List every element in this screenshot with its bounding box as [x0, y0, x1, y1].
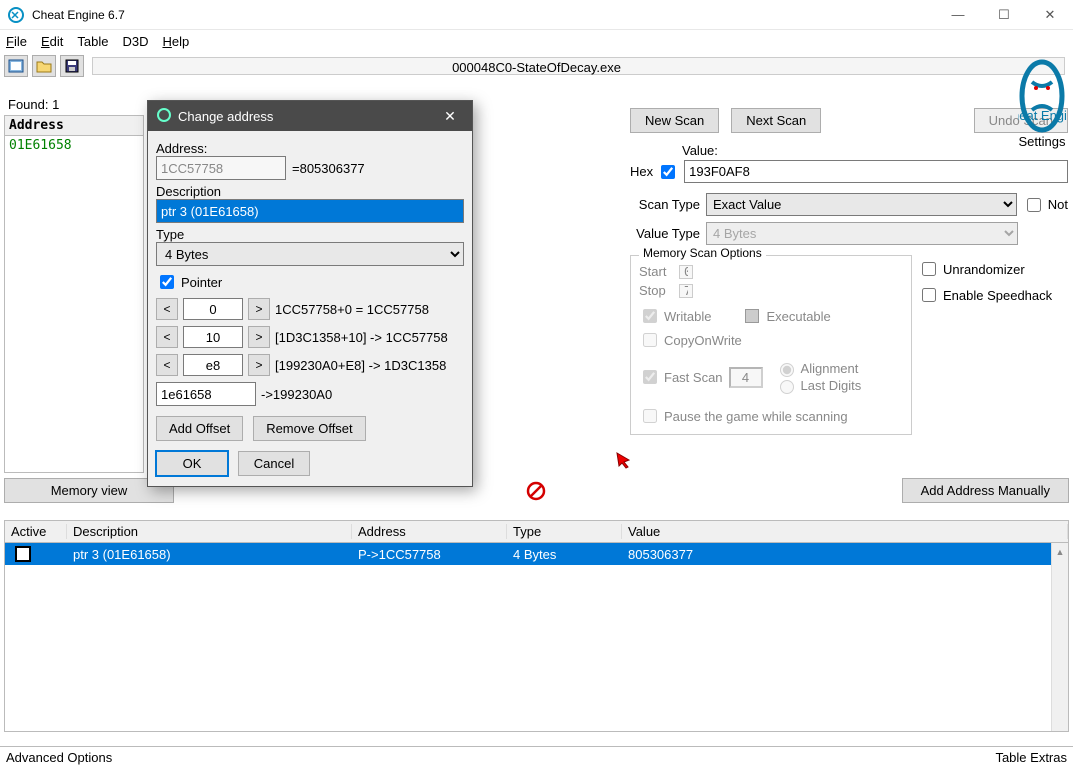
- fastscan-value[interactable]: [729, 367, 763, 388]
- address-decoded: =805306377: [292, 161, 365, 176]
- next-scan-button[interactable]: Next Scan: [731, 108, 821, 133]
- scroll-up-icon[interactable]: ▲: [1052, 543, 1068, 560]
- memopts-legend: Memory Scan Options: [639, 246, 766, 260]
- change-address-dialog: Change address ✕ Address: =805306377 Des…: [147, 100, 473, 487]
- statusbar: Advanced Options Table Extras: [0, 746, 1073, 768]
- not-checkbox[interactable]: Not: [1023, 195, 1068, 215]
- menu-help[interactable]: Help: [162, 34, 189, 49]
- menubar: File Edit Table D3D Help: [0, 30, 1073, 52]
- offset-inc-button-0[interactable]: >: [248, 298, 270, 320]
- description-input[interactable]: [156, 199, 464, 223]
- dialog-close-button[interactable]: ✕: [436, 108, 464, 125]
- value-type-select[interactable]: 4 Bytes: [706, 222, 1018, 245]
- offset-result-0: 1CC57758+0 = 1CC57758: [275, 302, 429, 317]
- maximize-button[interactable]: ☐: [981, 0, 1027, 30]
- results-row[interactable]: 01E61658: [5, 136, 143, 155]
- menu-table[interactable]: Table: [77, 34, 108, 49]
- offset-inc-button-2[interactable]: >: [248, 354, 270, 376]
- results-header-address[interactable]: Address: [5, 116, 143, 136]
- speedhack-checkbox[interactable]: Enable Speedhack: [918, 285, 1068, 305]
- settings-link[interactable]: Settings: [1011, 134, 1073, 149]
- scan-panel: New Scan Next Scan Undo Scan Value: Hex …: [630, 108, 1068, 435]
- remove-offset-button[interactable]: Remove Offset: [253, 416, 365, 441]
- value-type-label: Value Type: [630, 226, 700, 241]
- scan-type-label: Scan Type: [630, 197, 700, 212]
- add-offset-button[interactable]: Add Offset: [156, 416, 243, 441]
- unrandomizer-checkbox[interactable]: Unrandomizer: [918, 259, 1068, 279]
- th-type[interactable]: Type: [507, 524, 622, 539]
- close-button[interactable]: ✕: [1027, 0, 1073, 30]
- base-result: ->199230A0: [261, 387, 332, 402]
- minimize-button[interactable]: —: [935, 0, 981, 30]
- offset-input-0[interactable]: [183, 298, 243, 320]
- start-label: Start: [639, 264, 673, 279]
- writable-checkbox[interactable]: Writable: [639, 306, 711, 326]
- table-row[interactable]: ptr 3 (01E61658) P->1CC57758 4 Bytes 805…: [5, 543, 1068, 565]
- address-label: Address:: [156, 141, 464, 156]
- menu-edit[interactable]: Edit: [41, 34, 63, 49]
- stop-input[interactable]: [679, 284, 693, 298]
- offset-dec-button-2[interactable]: <: [156, 354, 178, 376]
- cell-address[interactable]: P->1CC57758: [352, 547, 507, 562]
- address-table: Active Description Address Type Value pt…: [4, 520, 1069, 732]
- type-select[interactable]: 4 Bytes: [156, 242, 464, 266]
- logo-column: Cheat Engine Settings: [1011, 58, 1073, 149]
- value-input[interactable]: [684, 160, 1068, 183]
- hex-checkbox[interactable]: Hex: [630, 162, 678, 182]
- cell-description[interactable]: ptr 3 (01E61658): [67, 547, 352, 562]
- copyonwrite-checkbox[interactable]: CopyOnWrite: [639, 330, 903, 350]
- dialog-app-icon: [156, 107, 172, 126]
- app-icon: [6, 5, 26, 25]
- memory-scan-options: Memory Scan Options Start Stop Writable …: [630, 255, 912, 435]
- address-input[interactable]: [156, 156, 286, 180]
- active-checkbox[interactable]: [15, 546, 31, 562]
- th-address[interactable]: Address: [352, 524, 507, 539]
- advanced-options-link[interactable]: Advanced Options: [6, 750, 112, 765]
- offset-input-2[interactable]: [183, 354, 243, 376]
- scan-type-select[interactable]: Exact Value: [706, 193, 1017, 216]
- ok-button[interactable]: OK: [156, 451, 228, 476]
- process-label: 000048C0-StateOfDecay.exe: [0, 60, 1073, 75]
- offset-input-1[interactable]: [183, 326, 243, 348]
- cheat-engine-logo-icon[interactable]: Cheat Engine: [1011, 58, 1073, 134]
- cell-value[interactable]: 805306377: [622, 547, 1068, 562]
- cell-type[interactable]: 4 Bytes: [507, 547, 622, 562]
- type-label: Type: [156, 227, 464, 242]
- alignment-radio[interactable]: Alignment: [775, 360, 862, 377]
- table-extras-link[interactable]: Table Extras: [995, 750, 1067, 765]
- th-value[interactable]: Value: [622, 524, 1068, 539]
- offset-dec-button-1[interactable]: <: [156, 326, 178, 348]
- base-address-input[interactable]: [156, 382, 256, 406]
- fastscan-checkbox[interactable]: Fast Scan: [639, 367, 723, 387]
- pause-checkbox[interactable]: Pause the game while scanning: [639, 406, 903, 426]
- found-count: Found: 1: [4, 97, 63, 112]
- executable-checkbox[interactable]: Executable: [741, 306, 830, 326]
- dialog-title: Change address: [178, 109, 273, 124]
- scrollbar[interactable]: ▲: [1051, 543, 1068, 731]
- offset-result-1: [1D3C1358+10] -> 1CC57758: [275, 330, 448, 345]
- add-address-manually-button[interactable]: Add Address Manually: [902, 478, 1069, 503]
- description-label: Description: [156, 184, 464, 199]
- svg-text:Cheat Engine: Cheat Engine: [1018, 108, 1066, 123]
- results-list[interactable]: Address 01E61658: [4, 115, 144, 473]
- select-process-arrow-icon[interactable]: [614, 451, 632, 469]
- titlebar: Cheat Engine 6.7 — ☐ ✕: [0, 0, 1073, 30]
- th-active[interactable]: Active: [5, 524, 67, 539]
- offset-inc-button-1[interactable]: >: [248, 326, 270, 348]
- offset-result-2: [199230A0+E8] -> 1D3C1358: [275, 358, 446, 373]
- new-scan-button[interactable]: New Scan: [630, 108, 719, 133]
- menu-d3d[interactable]: D3D: [122, 34, 148, 49]
- lastdigits-radio[interactable]: Last Digits: [775, 377, 862, 394]
- offset-dec-button-0[interactable]: <: [156, 298, 178, 320]
- menu-file[interactable]: File: [6, 34, 27, 49]
- window-title: Cheat Engine 6.7: [32, 8, 125, 22]
- th-description[interactable]: Description: [67, 524, 352, 539]
- stop-label: Stop: [639, 283, 673, 298]
- no-entry-icon[interactable]: [526, 481, 546, 501]
- pointer-checkbox[interactable]: Pointer: [156, 272, 464, 292]
- start-input[interactable]: [679, 265, 693, 279]
- cancel-button[interactable]: Cancel: [238, 451, 310, 476]
